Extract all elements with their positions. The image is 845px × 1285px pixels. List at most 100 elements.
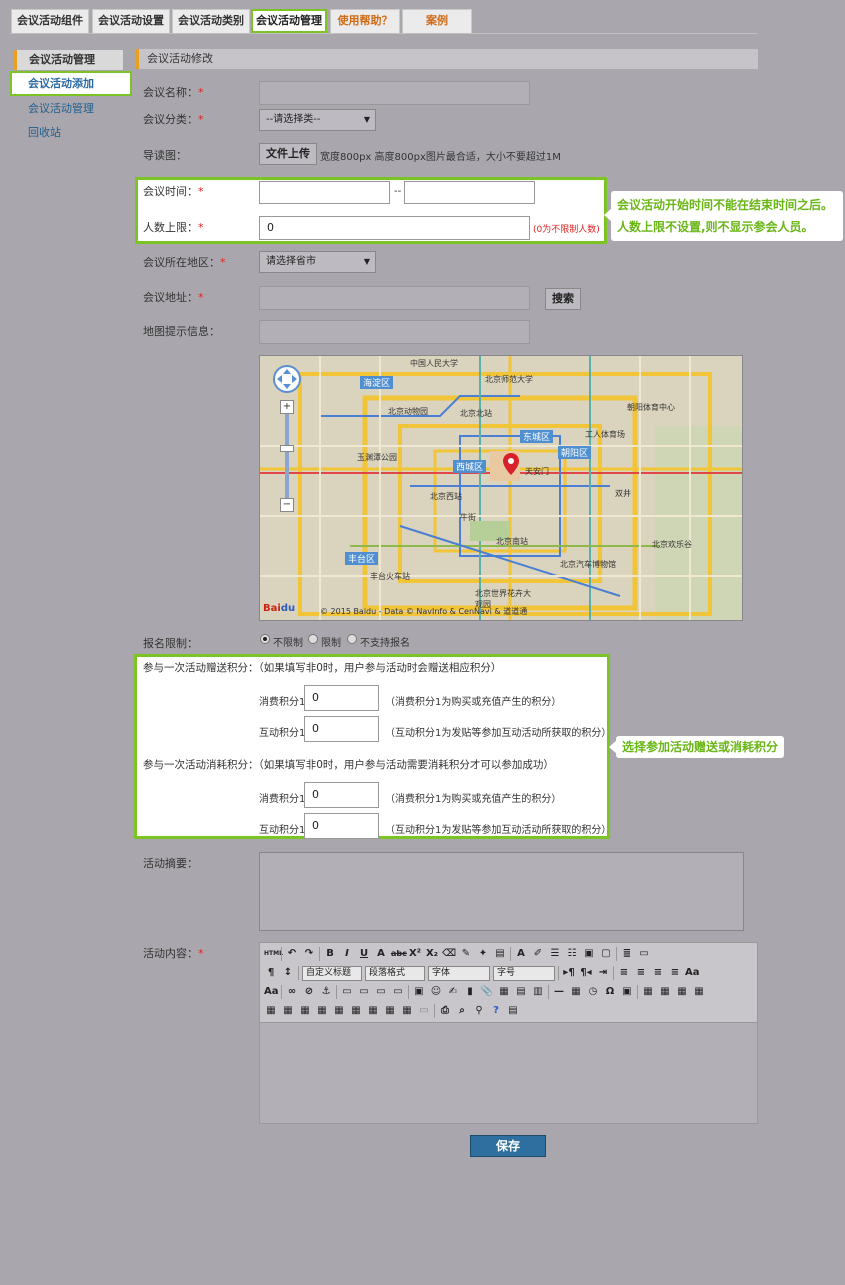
cost-interact-input[interactable]: 0 xyxy=(304,813,379,839)
cost-consume-input[interactable]: 0 xyxy=(304,782,379,808)
image-center-icon[interactable]: ▭ xyxy=(391,985,405,999)
gift-consume-input[interactable]: 0 xyxy=(304,685,379,711)
fullscreen-icon[interactable]: ▭ xyxy=(637,947,651,961)
tab-categories[interactable]: 会议活动类别 xyxy=(172,9,250,33)
align-left-icon[interactable]: ≡ xyxy=(617,966,631,980)
row-spacing-icon[interactable]: ≣ xyxy=(620,947,634,961)
category-select[interactable]: --请选择类-- ▼ xyxy=(259,109,376,131)
merge-right-icon[interactable]: ▦ xyxy=(332,1004,346,1018)
date-icon[interactable]: ▦ xyxy=(569,985,583,999)
insert-row-icon[interactable]: ▦ xyxy=(692,985,706,999)
ltr-icon[interactable]: ▸¶ xyxy=(562,966,576,980)
paste-plain-icon[interactable]: ▤ xyxy=(493,947,507,961)
insert-table-icon[interactable]: ▦ xyxy=(641,985,655,999)
search-replace-icon[interactable]: ⚲ xyxy=(472,1004,486,1018)
upload-button[interactable]: 文件上传 xyxy=(259,143,317,165)
tab-help[interactable]: 使用帮助？ xyxy=(330,9,400,33)
subscript-icon[interactable]: X₂ xyxy=(425,947,439,961)
indent-icon[interactable]: ⇥ xyxy=(596,966,610,980)
zoom-in-icon[interactable]: + xyxy=(280,400,294,414)
code-icon[interactable]: ▤ xyxy=(514,985,528,999)
region-select[interactable]: 请选择省市 ▼ xyxy=(259,251,376,273)
image-left-icon[interactable]: ▭ xyxy=(357,985,371,999)
horizontal-rule-icon[interactable]: — xyxy=(552,985,566,999)
gift-interact-input[interactable]: 0 xyxy=(304,716,379,742)
split-cells-icon[interactable]: ▦ xyxy=(366,1004,380,1018)
font-color-icon[interactable]: A xyxy=(514,947,528,961)
print-icon[interactable]: ⎙ xyxy=(438,1004,452,1018)
font-family-select[interactable]: 字体 xyxy=(428,965,490,981)
format-brush-icon[interactable]: ✎ xyxy=(459,947,473,961)
border-text-icon[interactable]: A xyxy=(374,947,388,961)
insert-image-icon[interactable]: ▣ xyxy=(412,985,426,999)
preview-icon[interactable]: ⌕ xyxy=(455,1004,469,1018)
bold-icon[interactable]: B xyxy=(323,947,337,961)
emotion-icon[interactable]: ☺ xyxy=(429,985,443,999)
sidebar-item-add[interactable]: 会议活动添加 xyxy=(10,71,132,96)
undo-icon[interactable]: ↶ xyxy=(285,947,299,961)
special-chars-icon[interactable]: Ω xyxy=(603,985,617,999)
uppercase-icon[interactable]: Aa xyxy=(685,966,700,980)
select-all-icon[interactable]: ▣ xyxy=(582,947,596,961)
scrawl-icon[interactable]: ✍ xyxy=(446,985,460,999)
align-right-icon[interactable]: ≡ xyxy=(651,966,665,980)
summary-textarea[interactable] xyxy=(259,852,744,931)
italic-icon[interactable]: I xyxy=(340,947,354,961)
link-icon[interactable]: ∞ xyxy=(285,985,299,999)
split-cols-icon[interactable]: ▦ xyxy=(400,1004,414,1018)
attachment-icon[interactable]: 📎 xyxy=(480,985,494,999)
tab-settings[interactable]: 会议活动设置 xyxy=(92,9,170,33)
signup-radio-unlimited[interactable] xyxy=(260,634,270,644)
page-break-icon[interactable]: ▭ xyxy=(417,1004,431,1018)
paragraph-spacing-icon[interactable]: ¶ xyxy=(264,966,278,980)
ordered-list-icon[interactable]: ☰ xyxy=(548,947,562,961)
unlink-icon[interactable]: ⊘ xyxy=(302,985,316,999)
clear-doc-icon[interactable]: ▢ xyxy=(599,947,613,961)
auto-format-icon[interactable]: ✦ xyxy=(476,947,490,961)
redo-icon[interactable]: ↷ xyxy=(302,947,316,961)
delete-table-icon[interactable]: ▦ xyxy=(658,985,672,999)
signup-radio-disabled[interactable] xyxy=(347,634,357,644)
limit-input[interactable]: 0 xyxy=(259,216,530,240)
name-input[interactable] xyxy=(259,81,530,105)
eraser-icon[interactable]: ⌫ xyxy=(442,947,456,961)
tab-management[interactable]: 会议活动管理 xyxy=(251,9,327,33)
insert-paragraph-icon[interactable]: ▦ xyxy=(675,985,689,999)
wordimage-icon[interactable]: ▣ xyxy=(620,985,634,999)
zoom-slider[interactable] xyxy=(285,414,289,498)
map-icon[interactable]: ▦ xyxy=(497,985,511,999)
end-time-input[interactable] xyxy=(404,181,535,204)
anchor-icon[interactable]: ⚓ xyxy=(319,985,333,999)
paragraph-format-select[interactable]: 段落格式 xyxy=(365,965,425,981)
underline-icon[interactable]: U xyxy=(357,947,371,961)
sidebar-item-manage[interactable]: 会议活动管理 xyxy=(28,100,94,116)
rtl-icon[interactable]: ¶◂ xyxy=(579,966,593,980)
image-none-icon[interactable]: ▭ xyxy=(340,985,354,999)
save-button[interactable]: 保存 xyxy=(470,1135,546,1157)
tab-cases[interactable]: 案例 xyxy=(402,9,472,33)
tab-components[interactable]: 会议活动组件 xyxy=(11,9,89,33)
align-justify-icon[interactable]: ≡ xyxy=(668,966,682,980)
merge-down-icon[interactable]: ▦ xyxy=(349,1004,363,1018)
custom-title-select[interactable]: 自定义标题 xyxy=(302,965,362,981)
align-center-icon[interactable]: ≡ xyxy=(634,966,648,980)
line-height-icon[interactable]: ↕ xyxy=(281,966,295,980)
sidebar-item-recycle[interactable]: 回收站 xyxy=(28,124,61,140)
time-icon[interactable]: ◷ xyxy=(586,985,600,999)
template-icon[interactable]: ▥ xyxy=(531,985,545,999)
merge-cells-icon[interactable]: ▦ xyxy=(315,1004,329,1018)
font-size-select[interactable]: 字号 xyxy=(493,965,555,981)
help-icon[interactable]: ? xyxy=(489,1004,503,1018)
drafts-icon[interactable]: ▤ xyxy=(506,1004,520,1018)
search-button[interactable]: 搜索 xyxy=(545,288,581,310)
map-pan-control-icon[interactable] xyxy=(272,364,302,394)
start-time-input[interactable] xyxy=(259,181,390,204)
delete-row-icon[interactable]: ▦ xyxy=(264,1004,278,1018)
delete-col-icon[interactable]: ▦ xyxy=(298,1004,312,1018)
zoom-handle[interactable] xyxy=(280,445,294,452)
superscript-icon[interactable]: X² xyxy=(408,947,422,961)
insert-col-icon[interactable]: ▦ xyxy=(281,1004,295,1018)
lowercase-icon[interactable]: Aa xyxy=(264,985,279,999)
zoom-out-icon[interactable]: − xyxy=(280,498,294,512)
strikethrough-icon[interactable]: abc xyxy=(391,947,407,961)
